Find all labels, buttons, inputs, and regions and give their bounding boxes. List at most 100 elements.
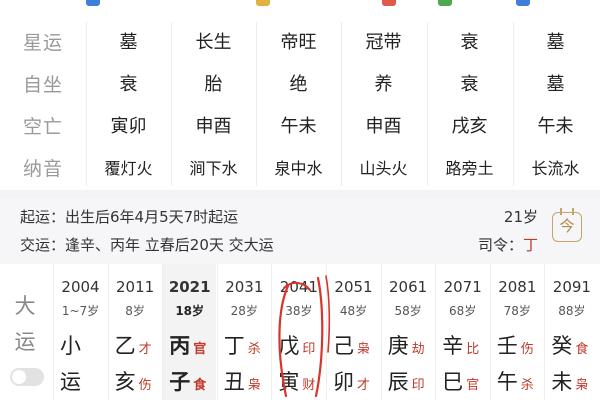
dayun-branch: 辰 — [387, 370, 409, 394]
dayun-stem: 庚 — [387, 334, 409, 358]
attr-cell: 胎 — [204, 74, 223, 95]
dayun-stem-god: 枭 — [357, 342, 371, 357]
tab-icon — [382, 0, 396, 6]
dayun-title-char: 大 — [14, 294, 36, 318]
dayun-branch-god: 枭 — [247, 378, 261, 393]
attr-cell: 午未 — [280, 116, 317, 137]
dayun-branch: 运 — [60, 370, 81, 394]
tab-icon — [86, 0, 100, 6]
calendar-icon[interactable]: 今 — [552, 208, 582, 242]
dayun-column[interactable]: 2091 88岁癸食未枭 — [544, 264, 598, 400]
column-divider — [86, 22, 87, 186]
siling: 司令：丁 — [478, 234, 538, 255]
dayun-stem-god: 杀 — [247, 342, 261, 357]
attr-row-label: 自坐 — [22, 74, 63, 96]
pillar-attributes-table: 星运墓长生 帝旺 冠带衰墓自坐衰胎绝养衰墓空亡 寅卯 申酉 午未 申酉 戌亥 午未 纳音 覆灯火 涧下… — [0, 22, 600, 190]
dayun-branch-god: 枭 — [575, 378, 589, 393]
jiaoyun-text: 交运：逢辛、丙年 立春后20天 交大运 — [20, 236, 274, 254]
dayun-stem-god: 才 — [138, 342, 152, 357]
dayun-section: 大 运 2004 1~7岁小运 2011 8岁乙才亥伤 2021 18岁丙官子食 2031 2… — [0, 264, 600, 400]
qiyun-text: 起运：出生后6年4月5天7时起运 — [20, 208, 239, 226]
attr-cell: 养 — [374, 74, 393, 95]
dayun-branch-god: 官 — [466, 378, 480, 393]
dayun-year: 2071 — [443, 278, 482, 296]
qiyun-info-panel: 起运：出生后6年4月5天7时起运 交运：逢辛、丙年 立春后20天 交大运 21岁… — [0, 198, 600, 264]
attr-row-label: 星运 — [22, 32, 63, 54]
dayun-age: 78岁 — [503, 304, 531, 318]
attr-cell: 长流水 — [531, 159, 580, 178]
dayun-age: 88岁 — [558, 304, 586, 318]
dayun-branch: 卯 — [333, 370, 354, 394]
dayun-stem: 丁 — [223, 334, 245, 358]
dayun-age: 8岁 — [125, 304, 145, 318]
dayun-column[interactable]: 2004 1~7岁小运 — [53, 264, 107, 400]
dayun-stem-god: 比 — [466, 342, 480, 357]
attr-cell: 冠带 — [365, 32, 402, 53]
dayun-branch-god: 才 — [357, 378, 371, 393]
column-divider — [513, 22, 514, 186]
dayun-column[interactable]: 2041 38岁戊印寅财 — [271, 264, 325, 400]
attr-row: 星运 墓 长生 帝旺 冠带 衰 墓 — [0, 22, 600, 64]
dayun-column[interactable]: 2061 58岁庚劫辰印 — [380, 264, 435, 400]
start-age: 21岁 — [503, 208, 538, 226]
dayun-stem-god: 伤 — [520, 342, 534, 357]
attr-row: 纳音 覆灯火 涧下水 泉中水 山头火 路旁土 长流水 — [0, 148, 600, 190]
attr-row: 自坐 衰 胎 绝 养 衰 墓 — [0, 64, 600, 106]
dayun-stem: 丙 — [169, 334, 191, 358]
dayun-age: 28岁 — [230, 304, 258, 318]
dayun-branch: 丑 — [223, 370, 245, 394]
dayun-branch: 午 — [496, 370, 518, 394]
attr-cell: 申酉 — [365, 116, 402, 137]
dayun-year: 2091 — [552, 278, 591, 296]
column-divider — [341, 22, 342, 186]
dayun-stem-god: 劫 — [411, 342, 425, 357]
dayun-branch-god: 食 — [193, 378, 207, 393]
dayun-age: 1~7岁 — [61, 304, 100, 318]
attr-cell: 长生 — [195, 32, 232, 53]
dayun-year: 2041 — [279, 278, 318, 296]
dayun-toggle-switch[interactable] — [10, 368, 44, 386]
attr-cell: 衰 — [460, 74, 479, 95]
attr-cell: 路旁土 — [445, 159, 494, 178]
dayun-age: 38岁 — [285, 304, 313, 318]
dayun-column[interactable]: 2051 48岁己枭卯才 — [326, 264, 380, 400]
dayun-title-char: 运 — [14, 330, 36, 354]
siling-value: 丁 — [522, 236, 538, 254]
dayun-branch-god: 杀 — [520, 378, 534, 393]
column-divider — [171, 22, 172, 186]
section-divider — [0, 190, 600, 198]
attr-cell: 戌亥 — [451, 116, 488, 137]
dayun-year: 2011 — [116, 278, 155, 296]
dayun-column[interactable]: 2031 28岁丁杀丑枭 — [216, 264, 271, 400]
dayun-column[interactable]: 2021 18岁丙官子食 — [162, 264, 217, 400]
dayun-column[interactable]: 2081 78岁壬伤午杀 — [489, 264, 544, 400]
dayun-year: 2031 — [225, 278, 264, 296]
dayun-stem: 小 — [60, 334, 81, 358]
attr-cell: 泉中水 — [274, 159, 323, 178]
tab-icon — [438, 0, 452, 6]
dayun-branch-god: 财 — [302, 378, 316, 393]
dayun-stem-god: 官 — [193, 342, 207, 357]
attr-cell: 寅卯 — [110, 116, 147, 137]
dayun-stem: 乙 — [114, 334, 136, 358]
attr-cell: 覆灯火 — [104, 159, 153, 178]
top-clipped-strip — [0, 0, 600, 14]
attr-row: 空亡 寅卯 申酉 午未 申酉 戌亥 午未 — [0, 106, 600, 148]
dayun-age: 68岁 — [449, 304, 477, 318]
dayun-age: 18岁 — [175, 304, 205, 318]
dayun-stem: 癸 — [551, 334, 573, 358]
dayun-branch: 巳 — [442, 370, 464, 394]
dayun-stem: 戊 — [278, 334, 300, 358]
attr-cell: 涧下水 — [189, 159, 238, 178]
attr-cell: 山头火 — [359, 159, 408, 178]
dayun-age: 48岁 — [339, 304, 368, 318]
dayun-column[interactable]: 2071 68岁辛比巳官 — [435, 264, 489, 400]
dayun-year: 2004 — [61, 278, 100, 296]
dayun-column[interactable]: 2011 8岁乙才亥伤 — [107, 264, 162, 400]
siling-label: 司令： — [477, 236, 523, 254]
dayun-branch: 寅 — [278, 370, 300, 394]
dayun-stem-god: 食 — [575, 342, 589, 357]
dayun-year: 2051 — [334, 278, 373, 296]
dayun-branch: 未 — [551, 370, 573, 394]
dayun-year: 2061 — [389, 278, 428, 296]
